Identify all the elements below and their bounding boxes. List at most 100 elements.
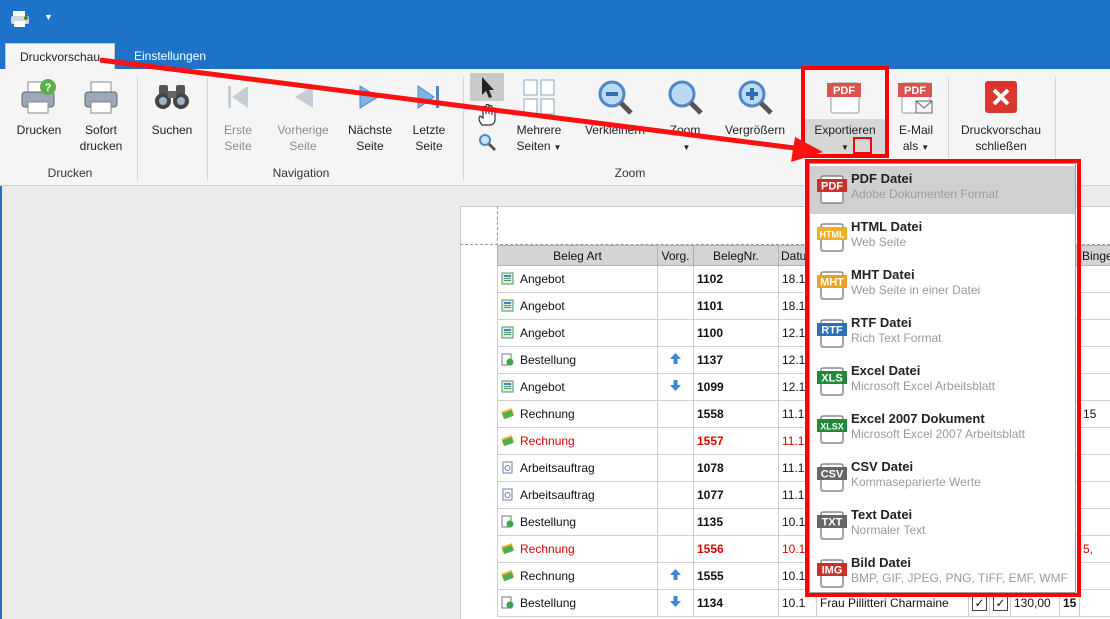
previous-page-button[interactable]: Vorherige Seite <box>272 77 334 154</box>
group-label-zoom: Zoom <box>614 166 646 180</box>
tab-druckvorschau[interactable]: Druckvorschau <box>5 43 116 69</box>
ribbon-separator <box>463 77 464 181</box>
cell-beleg-art: Angebot <box>497 265 658 293</box>
zoom-tool-icon[interactable] <box>477 132 497 152</box>
quick-access-dropdown-icon[interactable]: ▼ <box>44 12 53 22</box>
cell-belegnr: 1558 <box>693 400 779 428</box>
zoom-in-button[interactable]: Vergrößern <box>718 77 792 138</box>
hand-tool-icon[interactable] <box>475 103 499 127</box>
down-arrow-icon <box>670 380 681 391</box>
cell-vorg <box>657 535 694 563</box>
cell-belegnr: 1102 <box>693 265 779 293</box>
cell-belegnr: 1137 <box>693 346 779 374</box>
cell-extra2 <box>1079 373 1110 401</box>
last-page-button[interactable]: Letzte Seite <box>406 77 452 154</box>
cell-vorg <box>657 589 694 617</box>
multiple-pages-icon <box>523 79 555 115</box>
app-printer-icon[interactable] <box>10 10 32 28</box>
email-as-button[interactable]: PDF E-Mail als ▼ <box>890 77 942 156</box>
tab-einstellungen[interactable]: Einstellungen <box>120 43 220 69</box>
cell-extra2: 5, <box>1079 535 1110 563</box>
cell-belegnr: 1100 <box>693 319 779 347</box>
ribbon-separator <box>137 77 138 181</box>
cell-extra2: 15 <box>1079 400 1110 428</box>
angebot-icon <box>501 380 520 394</box>
binoculars-icon <box>155 85 189 109</box>
rechnung-icon <box>501 434 520 448</box>
cell-beleg-art: Bestellung <box>497 508 658 536</box>
close-icon <box>985 81 1017 113</box>
page-margin-line <box>497 206 498 246</box>
cell-beleg-art: Angebot <box>497 292 658 320</box>
cell-beleg-art: Arbeitsauftrag <box>497 454 658 482</box>
cell-extra2 <box>1079 346 1110 374</box>
printer-help-icon: ? <box>21 79 56 114</box>
cell-beleg-art: Bestellung <box>497 589 658 617</box>
zoom-out-button[interactable]: Verkleinern <box>580 77 650 138</box>
cell-beleg-art: Rechnung <box>497 562 658 590</box>
rechnung-icon <box>501 542 520 556</box>
next-page-icon <box>359 85 379 109</box>
search-button[interactable]: Suchen <box>146 77 198 138</box>
annotation-box-menu <box>805 159 1081 597</box>
column-header-beleg-art: Beleg Art <box>497 245 658 266</box>
cell-vorg <box>657 481 694 509</box>
cell-vorg <box>657 292 694 320</box>
zoom-in-icon <box>738 80 773 115</box>
cell-vorg <box>657 427 694 455</box>
close-preview-button[interactable]: Druckvorschau schließen <box>955 77 1047 154</box>
bestellung-icon <box>501 596 520 610</box>
cell-belegnr: 1099 <box>693 373 779 401</box>
bestellung-icon <box>501 353 520 367</box>
cell-vorg <box>657 454 694 482</box>
cell-beleg-art: Rechnung <box>497 535 658 563</box>
annotation-box-dropdown <box>853 137 872 154</box>
zoom-button[interactable]: Zoom ▼ <box>660 77 710 156</box>
angebot-icon <box>501 299 520 313</box>
rechnung-icon <box>501 569 520 583</box>
arbeitsauftrag-icon <box>501 461 520 475</box>
print-button[interactable]: ? Drucken <box>14 77 64 138</box>
cell-vorg <box>657 562 694 590</box>
cell-beleg-art: Rechnung <box>497 400 658 428</box>
cell-belegnr: 1557 <box>693 427 779 455</box>
column-header-binge: Binge <box>1079 245 1110 266</box>
cell-beleg-art: Bestellung <box>497 346 658 374</box>
cell-belegnr: 1135 <box>693 508 779 536</box>
previous-page-icon <box>295 86 313 108</box>
group-label-navigation: Navigation <box>272 166 330 180</box>
pointer-tool-button[interactable] <box>470 73 504 101</box>
multiple-pages-button[interactable]: Mehrere Seiten ▼ <box>512 77 566 156</box>
cell-beleg-art: Rechnung <box>497 427 658 455</box>
cell-belegnr: 1555 <box>693 562 779 590</box>
group-label-drucken: Drucken <box>47 166 93 180</box>
rechnung-icon <box>501 407 520 421</box>
column-header-vorg: Vorg. <box>657 245 694 266</box>
svg-text:?: ? <box>45 82 52 94</box>
annotation-box-export <box>801 66 889 158</box>
zoom-out-icon <box>598 80 633 115</box>
cell-extra2 <box>1079 265 1110 293</box>
cell-beleg-art: Angebot <box>497 319 658 347</box>
next-page-button[interactable]: Nächste Seite <box>344 77 396 154</box>
cell-extra2 <box>1079 292 1110 320</box>
dropdown-arrow-icon: ▼ <box>682 143 691 152</box>
cell-belegnr: 1556 <box>693 535 779 563</box>
print-immediately-button[interactable]: Sofort drucken <box>75 77 127 154</box>
column-header-belegnr: BelegNr. <box>693 245 779 266</box>
down-arrow-icon <box>670 596 681 607</box>
cell-vorg <box>657 373 694 401</box>
cursor-arrow-icon <box>482 77 494 98</box>
cell-vorg <box>657 508 694 536</box>
cell-extra2 <box>1079 562 1110 590</box>
cell-vorg <box>657 346 694 374</box>
bestellung-icon <box>501 515 520 529</box>
window-left-edge <box>0 186 2 619</box>
cell-belegnr: 1078 <box>693 454 779 482</box>
ribbon-tab-row: Druckvorschau Einstellungen <box>0 40 1110 69</box>
last-page-icon <box>417 85 439 109</box>
angebot-icon <box>501 326 520 340</box>
title-bar: ▼ <box>0 0 1110 40</box>
first-page-button[interactable]: Erste Seite <box>214 77 262 154</box>
cell-extra2 <box>1079 454 1110 482</box>
